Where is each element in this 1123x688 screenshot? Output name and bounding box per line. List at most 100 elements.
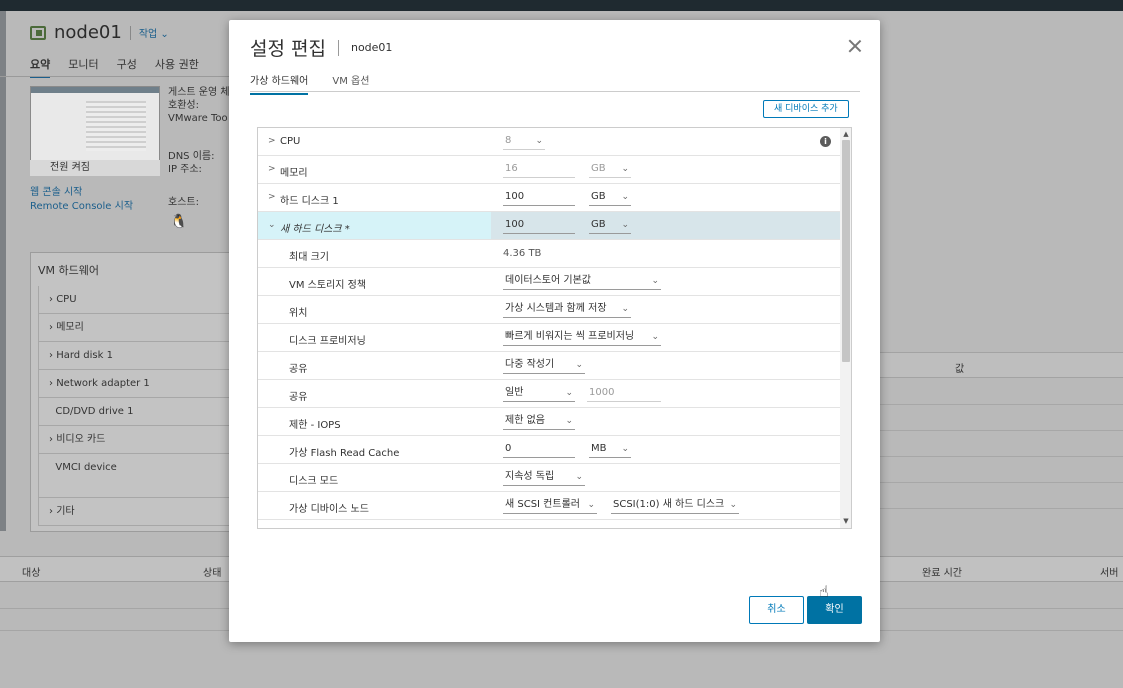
web-console-link[interactable]: 웹 콘솔 시작 xyxy=(30,186,133,200)
right-table-header: 값 xyxy=(880,352,1123,378)
add-new-device-button[interactable]: 새 디바이스 추가 xyxy=(763,100,849,118)
memory-size-input[interactable]: 16 xyxy=(503,162,575,178)
dialog-subtitle: node01 xyxy=(350,41,393,54)
col-server[interactable]: 서버 xyxy=(1100,564,1118,579)
remote-console-link[interactable]: Remote Console 시작 xyxy=(30,200,133,214)
ok-button[interactable]: 확인 xyxy=(807,596,862,624)
hw-item-network[interactable]: › Network adapter 1 xyxy=(38,370,230,398)
row-label: 새 하드 디스크 * xyxy=(280,224,350,235)
location-select[interactable]: 가상 시스템과 함께 저장 ⌄ xyxy=(503,302,631,318)
guest-info: 게스트 운영 체 호환성: VMware Too xyxy=(168,87,230,124)
device-node-select[interactable]: SCSI(1:0) 새 하드 디스크 ⌄ xyxy=(611,498,739,514)
scrollbar-thumb[interactable] xyxy=(842,140,850,362)
hw-item-cpu[interactable]: › CPU xyxy=(38,286,230,314)
hw-item-memory[interactable]: › 메모리 xyxy=(38,314,230,342)
row-label: 디스크 프로비저닝 xyxy=(289,336,366,347)
tab-summary[interactable]: 요약 xyxy=(30,56,51,78)
disk-provisioning-select[interactable]: 빠르게 비워지는 씩 프로비저닝 ⌄ xyxy=(503,330,661,346)
limit-iops-select[interactable]: 제한 없음 ⌄ xyxy=(503,414,575,430)
hw-item-vmci[interactable]: VMCI device xyxy=(38,454,230,498)
row-label: 하드 디스크 1 xyxy=(280,196,339,207)
flash-cache-unit-select[interactable]: MB ⌄ xyxy=(589,442,631,458)
top-bar xyxy=(0,0,1123,11)
shares-select[interactable]: 일반 ⌄ xyxy=(503,386,575,402)
tab-permissions[interactable]: 사용 권한 xyxy=(155,56,199,78)
right-table-row xyxy=(880,430,1123,431)
actions-menu[interactable]: 작업 ⌄ xyxy=(139,25,169,40)
grid-scrollbar[interactable]: ▲ ▼ xyxy=(840,128,851,528)
tab-monitor[interactable]: 모니터 xyxy=(68,56,98,78)
row-label: 제한 - IOPS xyxy=(289,420,341,431)
shares-value-input[interactable]: 1000 xyxy=(587,386,661,402)
tabs-divider xyxy=(250,91,860,92)
chevron-right-icon[interactable]: > xyxy=(268,192,276,202)
row-storage-policy: VM 스토리지 정책 데이터스토어 기본값 ⌄ xyxy=(258,268,840,296)
hw-item-video[interactable]: › 비디오 카드 xyxy=(38,426,230,454)
hardware-grid-rows: > CPU 8 ⌄ i > 메모리 16 GB ⌄ > 하드 디스크 1 100… xyxy=(258,128,840,520)
cpu-count-select[interactable]: 8 ⌄ xyxy=(503,134,545,150)
disk-unit-select[interactable]: GB ⌄ xyxy=(589,190,631,206)
network-info: DNS 이름: IP 주소: xyxy=(168,151,215,175)
right-table-row xyxy=(880,404,1123,405)
console-links: 웹 콘솔 시작 Remote Console 시작 xyxy=(30,186,133,214)
row-shares: 공유 일반 ⌄ 1000 xyxy=(258,380,840,408)
row-label: 최대 크기 xyxy=(289,252,329,263)
linux-icon: 🐧 xyxy=(170,214,188,230)
vm-icon xyxy=(30,25,46,40)
row-sharing: 공유 다중 작성기 ⌄ xyxy=(258,352,840,380)
chevron-right-icon[interactable]: > xyxy=(268,164,276,174)
flash-cache-input[interactable]: 0 xyxy=(503,442,575,458)
chevron-down-icon[interactable]: ⌄ xyxy=(268,220,276,230)
dialog-title: 설정 편집 xyxy=(250,38,326,60)
cancel-button[interactable]: 취소 xyxy=(749,596,804,624)
row-label: 공유 xyxy=(289,392,308,403)
right-table-row xyxy=(880,456,1123,457)
col-completed[interactable]: 완료 시간 xyxy=(922,564,962,579)
power-state-label: 전원 켜짐 xyxy=(30,160,160,176)
info-icon[interactable]: i xyxy=(820,136,831,147)
scroll-up-icon[interactable]: ▲ xyxy=(842,130,850,138)
max-size-value: 4.36 TB xyxy=(503,248,542,259)
storage-policy-select[interactable]: 데이터스토어 기본값 ⌄ xyxy=(503,274,661,290)
memory-unit-select[interactable]: GB ⌄ xyxy=(589,162,631,178)
right-table-row xyxy=(880,482,1123,483)
row-label: 가상 디바이스 노드 xyxy=(289,504,369,515)
new-disk-size-input[interactable]: 100 xyxy=(503,218,575,234)
host-label: 호스트: xyxy=(168,197,199,208)
row-flash-read-cache: 가상 Flash Read Cache 0 MB ⌄ xyxy=(258,436,840,464)
vm-tabs: 요약 모니터 구성 사용 권한 xyxy=(30,56,199,78)
row-label: 디스크 모드 xyxy=(289,476,339,487)
new-disk-unit-select[interactable]: GB ⌄ xyxy=(589,218,631,234)
hardware-grid: > CPU 8 ⌄ i > 메모리 16 GB ⌄ > 하드 디스크 1 100… xyxy=(257,127,852,529)
col-status[interactable]: 상태 xyxy=(203,564,221,579)
vm-header: node01 작업 ⌄ xyxy=(30,22,169,43)
disk-mode-select[interactable]: 지속성 독립 ⌄ xyxy=(503,470,585,486)
close-icon[interactable] xyxy=(847,38,863,54)
row-limit-iops: 제한 - IOPS 제한 없음 ⌄ xyxy=(258,408,840,436)
row-memory: > 메모리 16 GB ⌄ xyxy=(258,156,840,184)
left-sidebar-edge xyxy=(0,11,6,531)
row-location: 위치 가상 시스템과 함께 저장 ⌄ xyxy=(258,296,840,324)
col-target[interactable]: 대상 xyxy=(22,564,40,579)
hw-item-cddvd[interactable]: CD/DVD drive 1 xyxy=(38,398,230,426)
row-disk-mode: 디스크 모드 지속성 독립 ⌄ xyxy=(258,464,840,492)
disk-size-input[interactable]: 100 xyxy=(503,190,575,206)
row-label: 공유 xyxy=(289,364,308,375)
hw-item-hard-disk[interactable]: › Hard disk 1 xyxy=(38,342,230,370)
tab-configure[interactable]: 구성 xyxy=(117,56,137,78)
title-divider xyxy=(337,39,339,56)
sharing-select[interactable]: 다중 작성기 ⌄ xyxy=(503,358,585,374)
chevron-right-icon[interactable]: > xyxy=(268,136,276,146)
row-label: VM 스토리지 정책 xyxy=(289,280,367,291)
row-virtual-device-node: 가상 디바이스 노드 새 SCSI 컨트롤러 ⌄ SCSI(1:0) 새 하드 디… xyxy=(258,492,840,520)
vm-name: node01 xyxy=(54,22,122,43)
controller-select[interactable]: 새 SCSI 컨트롤러 ⌄ xyxy=(503,498,597,514)
row-new-hard-disk: ⌄ 새 하드 디스크 * 100 GB ⌄ xyxy=(258,212,840,240)
hw-item-other[interactable]: › 기타 xyxy=(38,498,230,526)
dialog-header: 설정 편집 node01 xyxy=(250,34,392,61)
vm-hardware-title: VM 하드웨어 xyxy=(38,264,99,277)
divider xyxy=(129,25,131,40)
row-max-size: 최대 크기 4.36 TB xyxy=(258,240,840,268)
scroll-down-icon[interactable]: ▼ xyxy=(842,517,850,525)
row-label: 메모리 xyxy=(280,168,308,179)
